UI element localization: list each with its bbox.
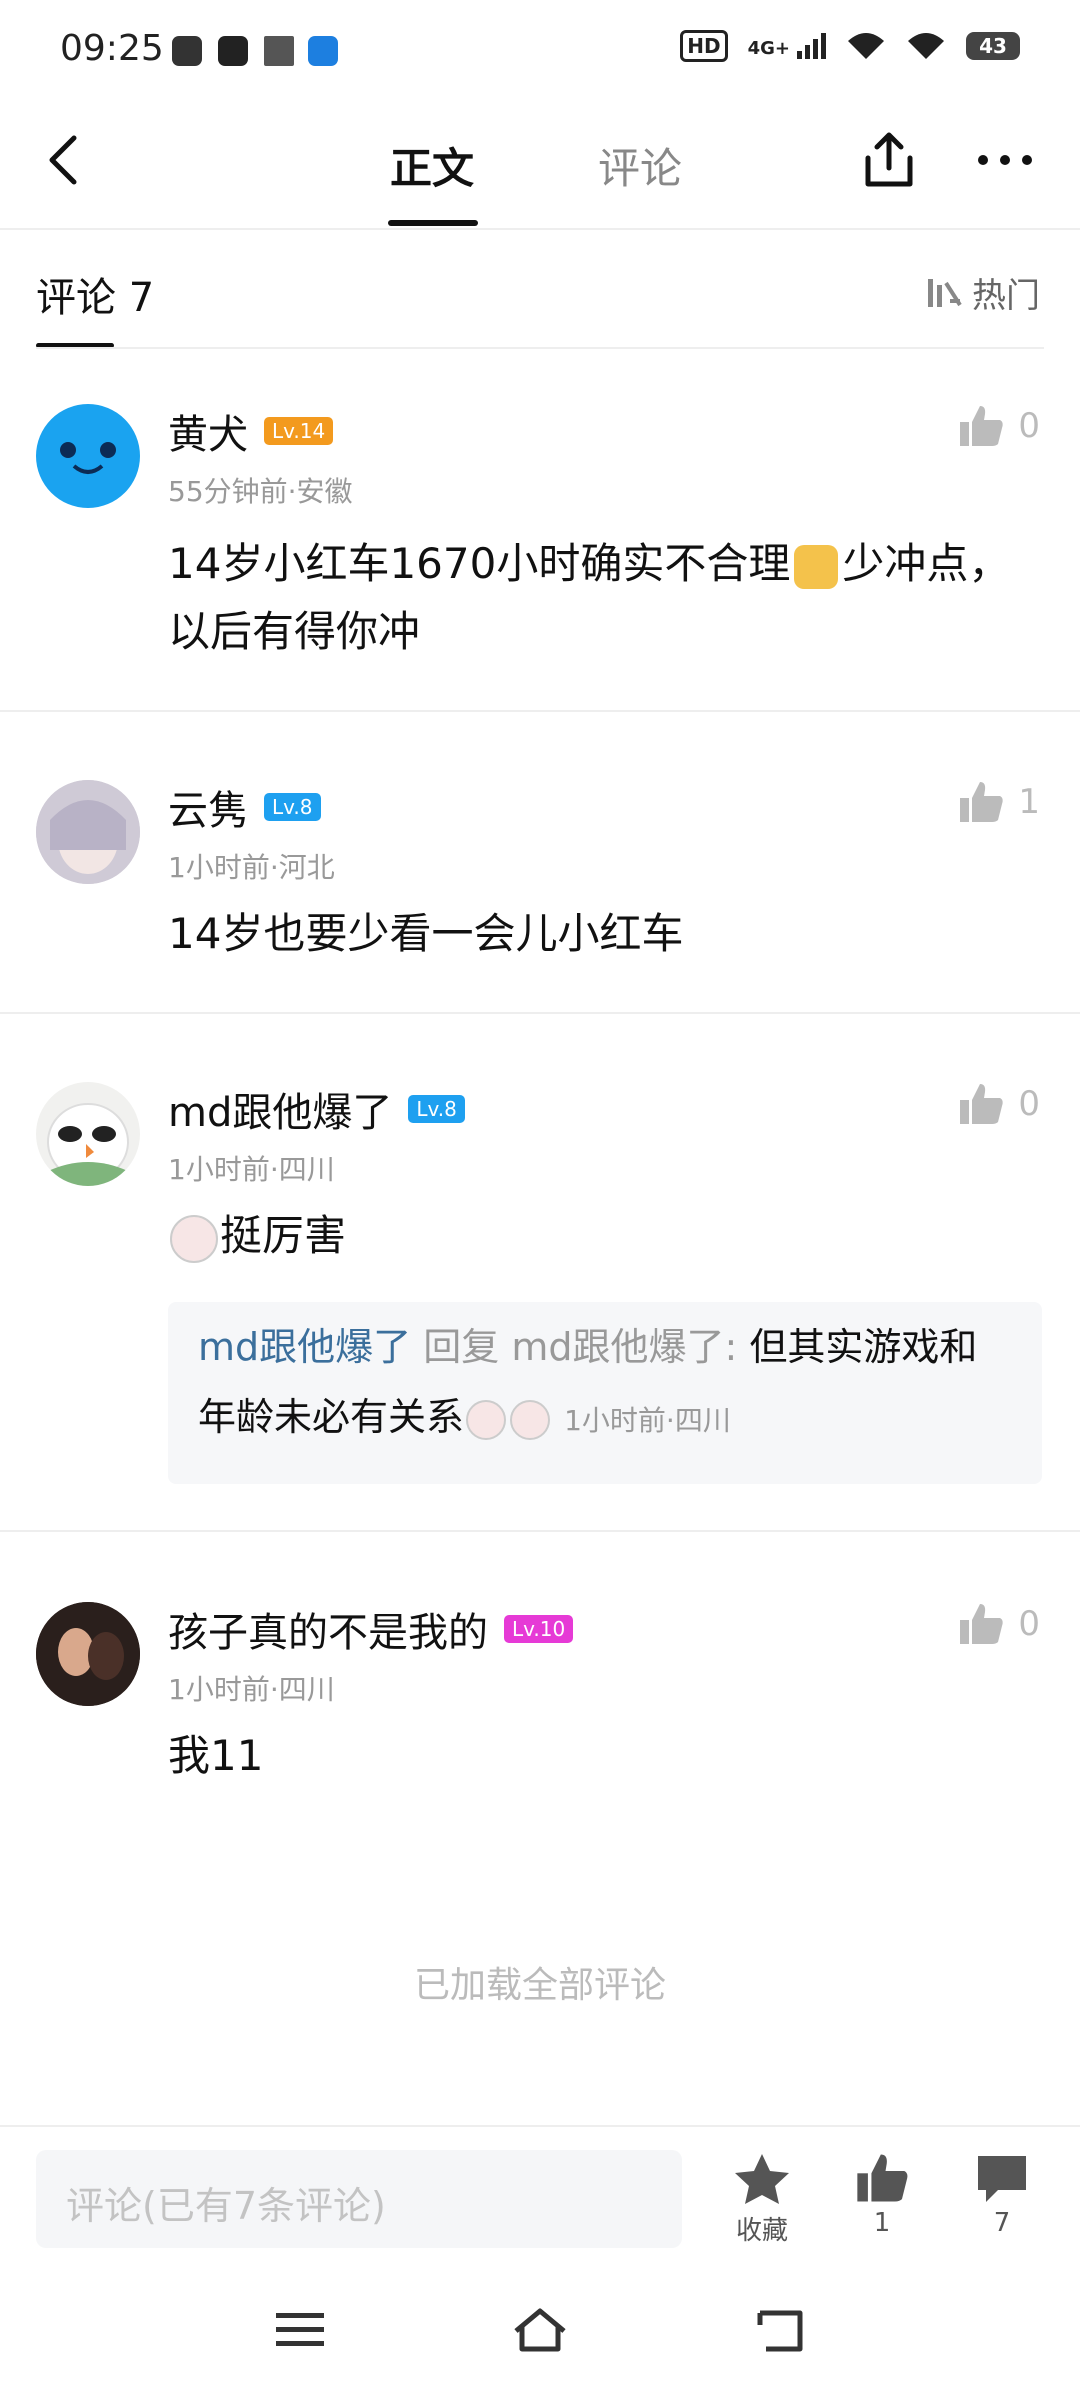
status-right: HD 4G+ 43 xyxy=(680,30,1020,62)
comments-title: 评论 7 xyxy=(36,275,155,321)
nav-divider xyxy=(0,228,1080,230)
back-icon[interactable] xyxy=(36,130,96,190)
avatar[interactable] xyxy=(36,1082,140,1186)
collect-label: 收藏 xyxy=(735,2216,788,2246)
thumbs-up-icon xyxy=(960,1604,1004,1644)
comment-text: 14岁也要少看一会儿小红车 xyxy=(168,909,684,958)
like-button[interactable]: 0 xyxy=(958,404,1040,448)
hd-icon: HD xyxy=(680,30,728,62)
level-badge: Lv.14 xyxy=(264,417,334,445)
username-text[interactable]: md跟他爆了 xyxy=(168,1080,392,1138)
reply-box[interactable]: md跟他爆了 回复 md跟他爆了: 但其实游戏和 年龄未必有关系 1小时前·四川 xyxy=(168,1302,1042,1484)
comment-meta: 1小时前·四川 xyxy=(168,1153,335,1186)
sort-hot-button[interactable]: 热门 xyxy=(924,268,1040,317)
like-post-button[interactable]: 1 xyxy=(832,2152,932,2238)
comment-text: 挺厉害 xyxy=(168,1202,1028,1270)
image-notification-icon xyxy=(264,36,294,66)
like-button[interactable]: 1 xyxy=(958,780,1040,824)
username-text[interactable]: 黄犬 xyxy=(168,402,248,460)
translate-notification-icon xyxy=(308,36,338,66)
face-emoji-icon xyxy=(466,1399,507,1440)
comment-username[interactable]: 孩子真的不是我的 Lv.10 xyxy=(168,1600,574,1658)
like-count: 0 xyxy=(1018,1604,1040,1644)
message-notification-icon xyxy=(218,36,248,66)
avatar[interactable] xyxy=(36,404,140,508)
comment-input-placeholder: 评论(已有7条评论) xyxy=(66,2184,386,2228)
share-icon[interactable] xyxy=(858,130,920,192)
level-badge: Lv.10 xyxy=(504,1615,574,1643)
thumbs-up-icon xyxy=(960,1084,1004,1124)
like-post-count: 1 xyxy=(873,2208,891,2238)
comment-divider xyxy=(0,1530,1080,1532)
comment-meta: 55分钟前·安徽 xyxy=(168,475,353,508)
thumbs-up-icon xyxy=(960,406,1004,446)
avatar[interactable] xyxy=(36,1602,140,1706)
signal-icon: 4G+ xyxy=(748,33,826,59)
header-divider xyxy=(36,347,1044,349)
battery-icon: 43 xyxy=(966,32,1020,60)
comment-meta: 1小时前·四川 xyxy=(168,1673,335,1706)
username-text[interactable]: 云隽 xyxy=(168,778,248,836)
comment-meta: 1小时前·河北 xyxy=(168,851,335,884)
bottom-bar-divider xyxy=(0,2125,1080,2127)
like-count: 0 xyxy=(1018,406,1040,446)
thumbs-up-icon xyxy=(857,2154,908,2202)
wifi-icon-2 xyxy=(908,33,944,59)
back-nav-icon[interactable] xyxy=(752,2305,808,2355)
comment-text: 14岁小红车1670小时确实不合理 少冲点， 以后有得你冲 xyxy=(168,539,1011,656)
comments-button[interactable]: 7 xyxy=(952,2152,1052,2238)
app-notification-icon xyxy=(172,36,202,66)
comment-bubble-icon xyxy=(978,2156,1026,2202)
reply-text-b: 年龄未必有关系 xyxy=(198,1395,465,1439)
comments-count: 7 xyxy=(993,2208,1011,2238)
menu-icon[interactable] xyxy=(272,2305,328,2355)
comment-text: 我11 xyxy=(168,1731,264,1780)
level-badge: Lv.8 xyxy=(408,1095,465,1123)
avatar-face-icon xyxy=(60,442,116,474)
home-icon[interactable] xyxy=(510,2305,570,2355)
more-icon[interactable] xyxy=(975,150,1035,170)
star-icon xyxy=(735,2154,789,2204)
reply-line-2: 年龄未必有关系 1小时前·四川 xyxy=(198,1382,1018,1456)
like-count: 1 xyxy=(1018,782,1040,822)
avatar-photo-icon xyxy=(36,1602,140,1706)
cat-emoji-icon xyxy=(794,544,839,589)
avatar[interactable] xyxy=(36,780,140,884)
sort-label: 热门 xyxy=(972,276,1040,316)
reply-username[interactable]: md跟他爆了 xyxy=(198,1325,411,1369)
collect-button[interactable]: 收藏 xyxy=(712,2152,812,2247)
reply-label: 回复 md跟他爆了: xyxy=(423,1325,738,1369)
comment-username[interactable]: 云隽 Lv.8 xyxy=(168,778,321,836)
username-text[interactable]: 孩子真的不是我的 xyxy=(168,1600,488,1658)
thumbs-up-icon xyxy=(960,782,1004,822)
avatar-portrait-icon xyxy=(36,780,140,884)
reply-meta: 1小时前·四川 xyxy=(564,1404,731,1437)
comment-divider xyxy=(0,710,1080,712)
wifi-icon xyxy=(848,33,884,59)
like-count: 0 xyxy=(1018,1084,1040,1124)
reply-text-a: 但其实游戏和 xyxy=(749,1325,978,1369)
level-badge: Lv.8 xyxy=(264,793,321,821)
comment-username[interactable]: 黄犬 Lv.14 xyxy=(168,402,334,460)
sort-icon xyxy=(928,278,962,307)
comment-username[interactable]: md跟他爆了 Lv.8 xyxy=(168,1080,465,1138)
reply-line-1: md跟他爆了 回复 md跟他爆了: 但其实游戏和 xyxy=(198,1312,1018,1382)
like-button[interactable]: 0 xyxy=(958,1082,1040,1126)
avatar-owl-icon xyxy=(46,1103,130,1186)
tab-comments[interactable]: 评论 xyxy=(598,135,682,196)
face-emoji-icon xyxy=(170,1214,218,1263)
tab-main[interactable]: 正文 xyxy=(390,135,474,196)
all-loaded-note: 已加载全部评论 xyxy=(413,1965,666,2006)
like-button[interactable]: 0 xyxy=(958,1602,1040,1646)
comment-input[interactable]: 评论(已有7条评论) xyxy=(36,2150,682,2248)
tab-active-indicator xyxy=(388,220,478,226)
face-emoji-icon xyxy=(510,1399,551,1440)
status-time: 09:25 xyxy=(60,28,164,69)
comment-divider xyxy=(0,1012,1080,1014)
